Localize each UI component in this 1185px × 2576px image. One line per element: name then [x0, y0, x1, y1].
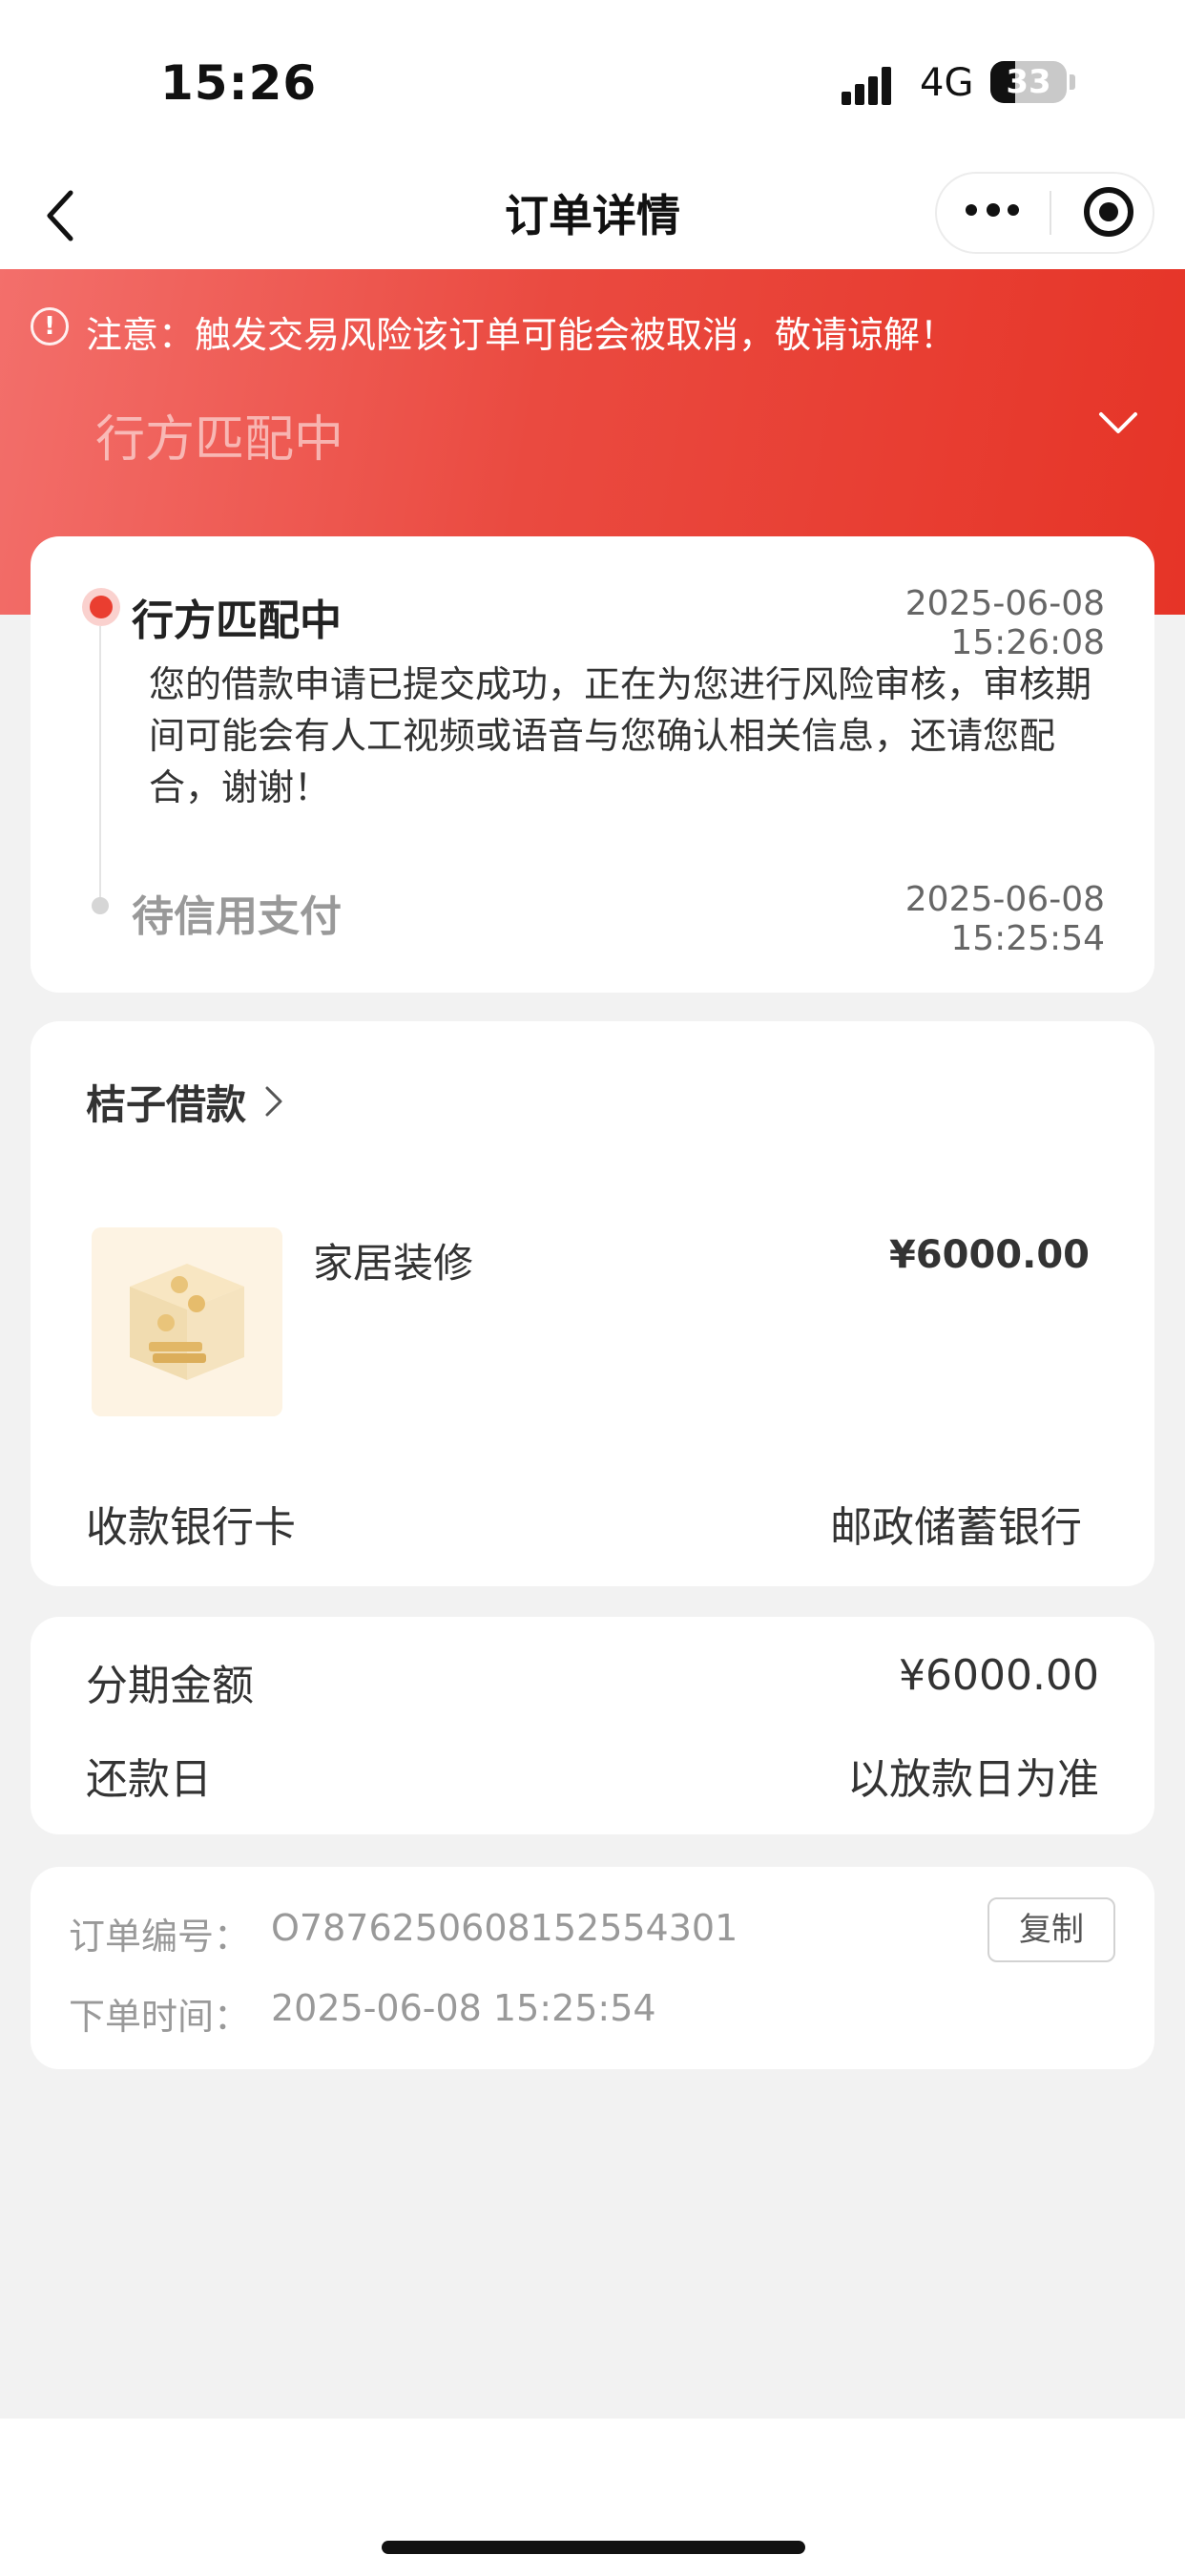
more-icon[interactable] — [966, 200, 1023, 220]
capsule-divider — [1050, 191, 1051, 235]
installment-amount-label: 分期金额 — [86, 1662, 254, 1710]
order-time-value: 2025-06-08 15:25:54 — [271, 1987, 656, 2029]
chevron-down-icon[interactable] — [1097, 408, 1139, 437]
timeline-step-title: 行方匹配中 — [132, 597, 342, 645]
timeline-dot-active — [82, 588, 120, 626]
repayment-day-value: 以放款日为准 — [847, 1755, 1099, 1804]
signal-icon — [842, 67, 901, 105]
close-miniprogram-icon[interactable] — [1084, 187, 1133, 237]
risk-warning-text: 注意：触发交易风险该订单可能会被取消，敬请谅解！ — [86, 314, 957, 356]
bank-card-label: 收款银行卡 — [86, 1503, 296, 1552]
merchant-name-link[interactable]: 桔子借款 — [86, 1073, 246, 1131]
bank-card-value: 邮政储蓄银行 — [830, 1503, 1082, 1552]
product-thumbnail — [92, 1227, 282, 1416]
repayment-day-label: 还款日 — [86, 1755, 212, 1804]
warning-icon: ! — [31, 307, 69, 346]
timeline-step-description: 您的借款申请已提交成功，正在为您进行风险审核，审核期间可能会有人工视频或语音与您… — [149, 663, 1092, 808]
product-name: 家居装修 — [313, 1240, 474, 1287]
battery-level: 33 — [1006, 63, 1051, 101]
timeline-line — [99, 626, 101, 901]
order-number-label: 订单编号： — [69, 1916, 251, 1958]
installment-amount-value: ¥6000.00 — [899, 1651, 1099, 1700]
order-time-label: 下单时间： — [69, 1996, 251, 2038]
product-price: ¥6000.00 — [888, 1233, 1090, 1277]
home-indicator[interactable] — [382, 2541, 805, 2554]
chevron-right-icon[interactable] — [263, 1084, 284, 1119]
timeline-dot-inactive — [92, 897, 109, 914]
order-status-title: 行方匹配中 — [95, 411, 344, 469]
timeline-step-time: 2025-06-08 15:26:08 — [904, 584, 1105, 662]
timeline-step-time: 2025-06-08 15:25:54 — [904, 880, 1105, 958]
order-number-value: O7876250608152554301 — [271, 1907, 738, 1949]
timeline-step-title: 待信用支付 — [132, 892, 342, 941]
copy-button[interactable]: 复制 — [988, 1897, 1115, 1962]
battery-tip — [1070, 74, 1075, 90]
battery-icon: 33 — [990, 61, 1067, 103]
network-type: 4G — [920, 61, 974, 105]
status-time: 15:26 — [160, 55, 318, 111]
